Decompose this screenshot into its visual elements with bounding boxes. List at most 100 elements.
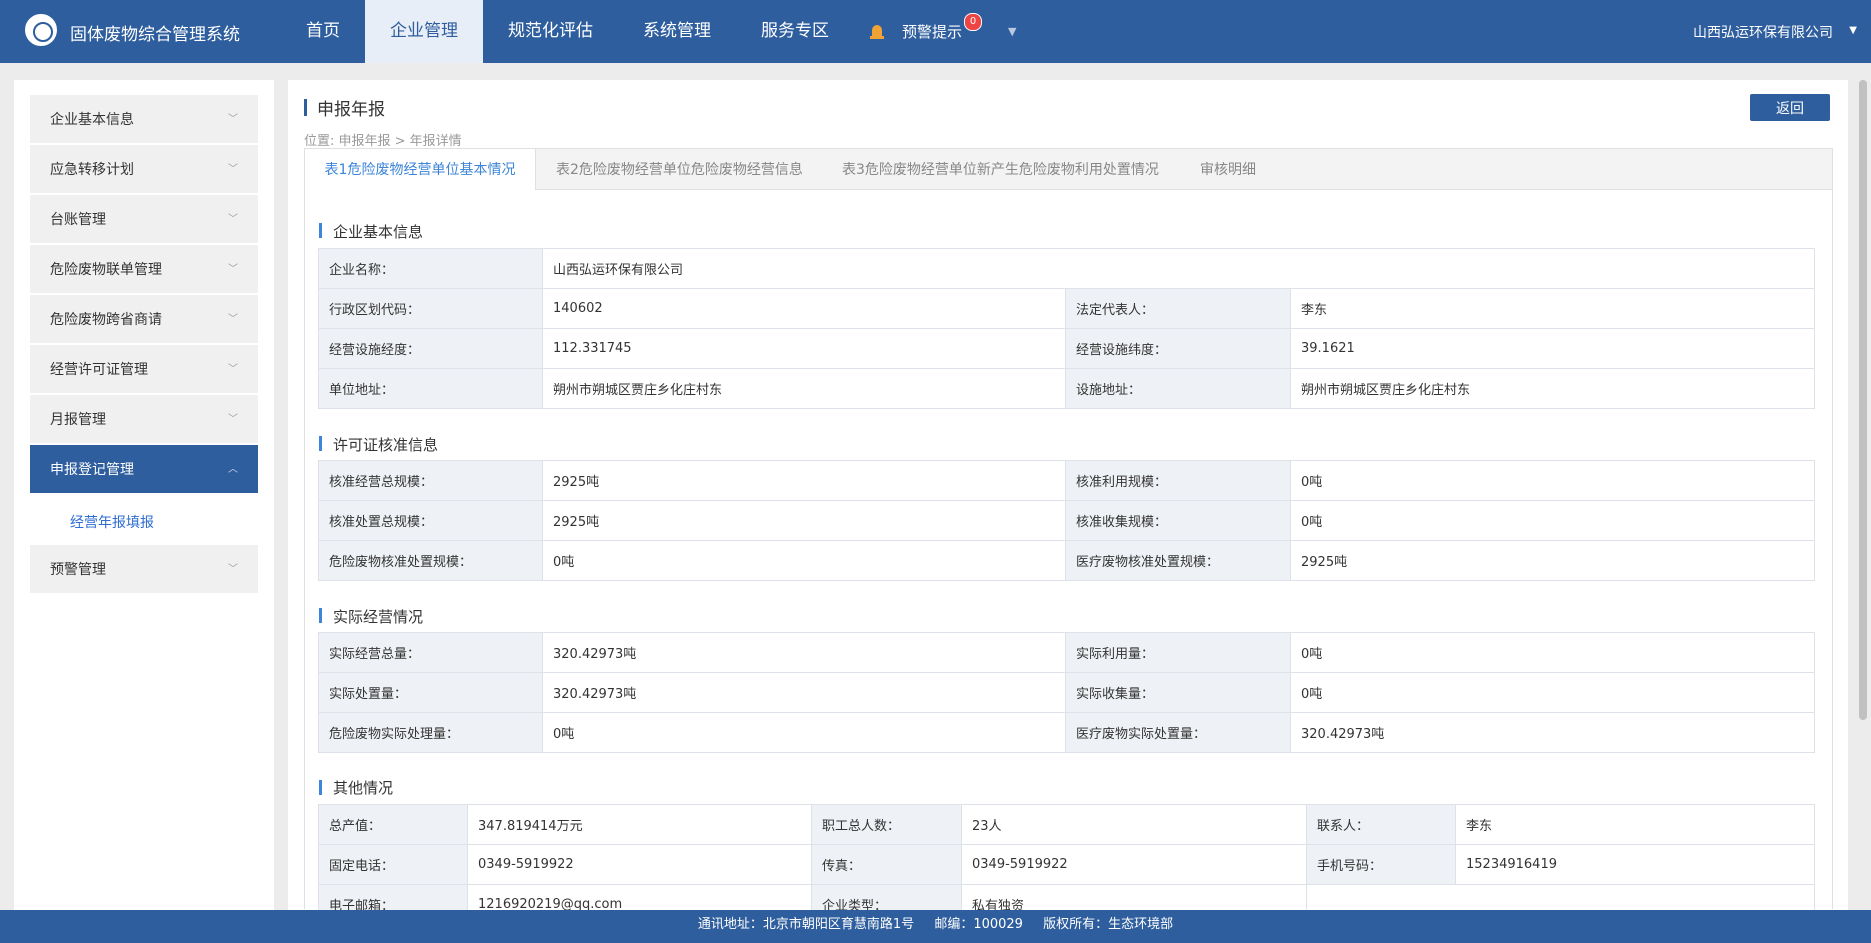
footer-address: 通讯地址：北京市朝阳区育慧南路1号 xyxy=(697,917,915,932)
cell-label: 医疗废物实际处置量： xyxy=(1065,712,1291,753)
alarm-label: 预警提示 xyxy=(902,23,963,41)
longitude-value: 112.331745 xyxy=(542,328,1066,369)
table-row: 危险废物核准处置规模： 0吨 医疗废物核准处置规模： 2925吨 xyxy=(318,540,1815,581)
page-scrollbar[interactable] xyxy=(1859,80,1867,720)
cell-label: 联系人： xyxy=(1306,804,1456,845)
sidebar-item-enterprise-info[interactable]: 企业基本信息 ﹀ xyxy=(30,95,258,143)
sidebar-item-manifest[interactable]: 危险废物联单管理 ﹀ xyxy=(30,245,258,293)
cell-value: 23人 xyxy=(961,804,1307,845)
caret-down-icon[interactable]: ▼ xyxy=(1008,25,1016,38)
footer-postcode: 邮编：100029 xyxy=(934,917,1023,932)
table-row: 行政区划代码： 140602 法定代表人： 李东 xyxy=(318,288,1816,329)
cell-value: 320.42973吨 xyxy=(542,632,1066,673)
cell-label: 危险废物实际处理量： xyxy=(318,712,543,753)
address-label: 单位地址： xyxy=(318,368,543,409)
company-name-value: 山西弘运环保有限公司 xyxy=(541,248,1816,289)
cell-value: 0349-5919922 xyxy=(467,844,812,885)
cell-value: 320.42973吨 xyxy=(542,672,1066,713)
tab-review[interactable]: 审核明细 xyxy=(1200,149,1256,189)
region-code-label: 行政区划代码： xyxy=(318,288,543,329)
system-title: 固体废物综合管理系统 xyxy=(70,25,240,45)
tab-table3[interactable]: 表3危险废物经营单位新产生危险废物利用处置情况 xyxy=(842,149,1159,189)
sidebar-item-label: 预警管理 xyxy=(50,562,106,578)
basic-info-table: 企业名称： 山西弘运环保有限公司 行政区划代码： 140602 法定代表人： 李… xyxy=(318,248,1816,409)
cell-label: 传真： xyxy=(811,844,962,885)
chevron-down-icon: ﹀ xyxy=(228,164,238,175)
legal-rep-label: 法定代表人： xyxy=(1065,288,1291,329)
cell-label: 实际利用量： xyxy=(1065,632,1291,673)
section-marker xyxy=(319,608,322,623)
actual-operation-table: 实际经营总量： 320.42973吨 实际利用量： 0吨 实际处置量： 320.… xyxy=(318,632,1815,753)
company-user-menu[interactable]: 山西弘运环保有限公司 xyxy=(1693,22,1833,42)
nav-standard-eval[interactable]: 规范化评估 xyxy=(483,0,618,63)
sidebar-item-license[interactable]: 经营许可证管理 ﹀ xyxy=(30,345,258,393)
cell-value: 347.819414万元 xyxy=(467,804,812,845)
sidebar-item-declaration[interactable]: 申报登记管理 ︿ xyxy=(30,445,258,493)
sidebar-item-warning[interactable]: 预警管理 ﹀ xyxy=(30,545,258,593)
section-title-license: 许可证核准信息 xyxy=(333,436,439,454)
nav-service[interactable]: 服务专区 xyxy=(736,0,854,63)
cell-value: 0吨 xyxy=(1290,632,1815,673)
cell-label: 危险废物核准处置规模： xyxy=(318,540,543,581)
cell-value: 0吨 xyxy=(1290,500,1815,541)
back-button[interactable]: 返回 xyxy=(1750,94,1830,121)
region-code-value: 140602 xyxy=(542,288,1066,329)
sidebar-item-label: 危险废物跨省商请 xyxy=(50,312,162,328)
chevron-down-icon: ﹀ xyxy=(228,114,238,125)
sidebar-item-label: 台账管理 xyxy=(50,212,106,228)
sidebar-item-monthly[interactable]: 月报管理 ﹀ xyxy=(30,395,258,443)
sidebar-item-ledger[interactable]: 台账管理 ﹀ xyxy=(30,195,258,243)
chevron-up-icon: ︿ xyxy=(228,464,238,475)
cell-value: 0吨 xyxy=(542,540,1066,581)
title-marker xyxy=(304,99,307,116)
sidebar-item-label: 月报管理 xyxy=(50,412,106,428)
alarm-count-badge: 0 xyxy=(964,12,983,31)
sidebar-item-emergency-plan[interactable]: 应急转移计划 ﹀ xyxy=(30,145,258,193)
cell-label: 职工总人数： xyxy=(811,804,962,845)
cell-value: 0吨 xyxy=(1290,672,1815,713)
table-row: 实际处置量： 320.42973吨 实际收集量： 0吨 xyxy=(318,672,1815,713)
top-navbar: 固体废物综合管理系统 首页 企业管理 规范化评估 系统管理 服务专区 预警提示 … xyxy=(0,0,1871,63)
main-nav: 首页 企业管理 规范化评估 系统管理 服务专区 xyxy=(281,0,854,63)
cell-label: 手机号码： xyxy=(1306,844,1456,885)
caret-down-icon[interactable]: ▼ xyxy=(1849,25,1857,36)
nav-enterprise[interactable]: 企业管理 xyxy=(365,0,483,63)
chevron-down-icon: ﹀ xyxy=(228,314,238,325)
table-row: 核准经营总规模： 2925吨 核准利用规模： 0吨 xyxy=(318,460,1815,501)
sidebar: 企业基本信息 ﹀ 应急转移计划 ﹀ 台账管理 ﹀ 危险废物联单管理 ﹀ 危险废物跨省商请… xyxy=(14,80,274,910)
table-row: 固定电话： 0349-5919922 传真： 0349-5919922 手机号码… xyxy=(318,844,1815,885)
chevron-down-icon: ﹀ xyxy=(228,364,238,375)
cell-value: 2925吨 xyxy=(542,500,1066,541)
tab-table2[interactable]: 表2危险废物经营单位危险废物经营信息 xyxy=(556,149,803,189)
sidebar-item-cross-province[interactable]: 危险废物跨省商请 ﹀ xyxy=(30,295,258,343)
cell-label: 核准收集规模： xyxy=(1065,500,1291,541)
table-row: 实际经营总量： 320.42973吨 实际利用量： 0吨 xyxy=(318,632,1815,673)
sidebar-item-label: 企业基本信息 xyxy=(50,112,134,128)
address-value: 朔州市朔城区贾庄乡化庄村东 xyxy=(542,368,1066,409)
sidebar-subitem-annual-report[interactable]: 经营年报填报 xyxy=(70,512,154,532)
chevron-down-icon: ﹀ xyxy=(228,564,238,575)
cell-label: 核准利用规模： xyxy=(1065,460,1291,501)
alarm-menu[interactable]: 预警提示 0 ▼ xyxy=(870,0,1016,63)
section-marker xyxy=(319,223,322,238)
nav-home[interactable]: 首页 xyxy=(281,0,365,63)
page-footer: 通讯地址：北京市朝阳区育慧南路1号 邮编：100029 版权所有：生态环境部 xyxy=(0,910,1871,943)
sidebar-item-label: 危险废物联单管理 xyxy=(50,262,162,278)
nav-system[interactable]: 系统管理 xyxy=(618,0,736,63)
table-row: 危险废物实际处理量： 0吨 医疗废物实际处置量： 320.42973吨 xyxy=(318,712,1815,753)
cell-label: 固定电话： xyxy=(318,844,468,885)
other-info-table: 总产值： 347.819414万元 职工总人数： 23人 联系人： 李东 固定电… xyxy=(318,804,1815,925)
section-title-basic: 企业基本信息 xyxy=(333,223,424,241)
cell-value: 320.42973吨 xyxy=(1290,712,1815,753)
latitude-value: 39.1621 xyxy=(1289,328,1816,369)
cell-label: 实际经营总量： xyxy=(318,632,543,673)
cell-value: 0吨 xyxy=(542,712,1066,753)
cell-label: 核准经营总规模： xyxy=(318,460,543,501)
sidebar-item-label: 应急转移计划 xyxy=(50,162,134,178)
emblem-logo-icon xyxy=(22,11,60,49)
cell-value: 2925吨 xyxy=(542,460,1066,501)
table-row: 总产值： 347.819414万元 职工总人数： 23人 联系人： 李东 xyxy=(318,804,1815,845)
cell-label: 总产值： xyxy=(318,804,468,845)
section-title-actual: 实际经营情况 xyxy=(333,608,424,626)
tab-table1[interactable]: 表1危险废物经营单位基本情况 xyxy=(305,149,536,190)
